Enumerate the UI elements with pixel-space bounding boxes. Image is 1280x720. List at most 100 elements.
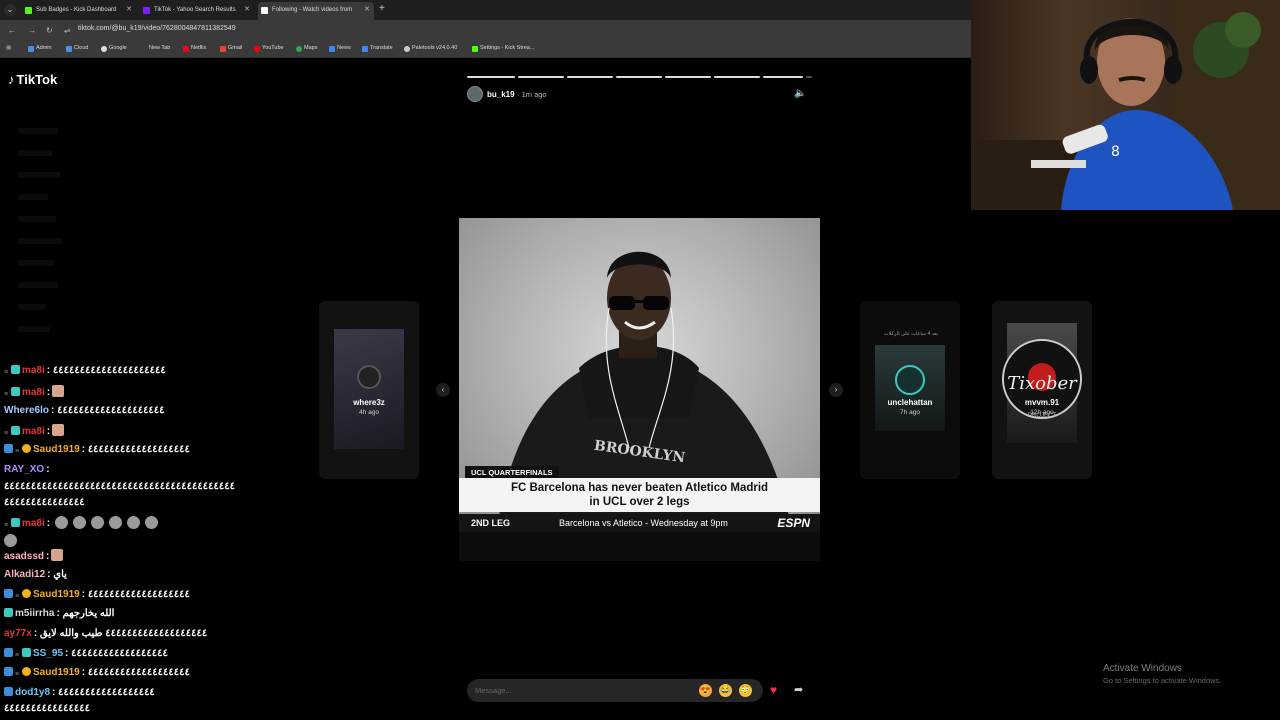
chevron-left-icon: ‹	[441, 385, 445, 394]
story-brand: Tixober	[1007, 373, 1077, 394]
emote-icon	[52, 385, 65, 397]
browser-tab-active[interactable]: Following - Watch videos from ✕	[258, 2, 374, 20]
url-field[interactable]: tiktok.com/@bu_k19/video/762800484781138…	[78, 25, 236, 32]
grid-badge-icon	[4, 608, 13, 617]
chat-message: dod1y8: ٤٤٤٤٤٤٤٤٤٤٤٤٤٤٤٤٤٤	[4, 687, 155, 698]
progress-segment	[665, 76, 711, 78]
browser-tab[interactable]: TikTok - Yahoo Search Results ✕	[140, 2, 254, 20]
reload-icon[interactable]: ↻	[46, 26, 53, 35]
chat-username[interactable]: Alkadi12	[4, 569, 45, 580]
bookmark-item[interactable]: News	[329, 45, 351, 52]
nav-item[interactable]	[18, 326, 50, 332]
shocked-emoji-icon[interactable]: 😳	[739, 684, 752, 697]
chat-username[interactable]: Saud1919	[33, 589, 80, 600]
heart-icon[interactable]: ♥	[770, 683, 777, 697]
share-icon[interactable]: ➦	[794, 683, 803, 696]
arrow-badge-icon: ≡	[15, 671, 20, 678]
bookmark-item[interactable]: New Tab	[141, 45, 170, 51]
bookmark-item[interactable]: Cloud	[66, 45, 88, 52]
story-username: where3z	[353, 398, 385, 407]
close-tab-icon[interactable]: ✕	[126, 2, 132, 18]
nav-item[interactable]	[18, 260, 54, 266]
chat-username[interactable]: Saud1919	[33, 444, 80, 455]
nav-item[interactable]	[18, 150, 52, 156]
blue-badge-icon	[4, 667, 13, 676]
espn-lower-third: UCL QUARTERFINALS FC Barcelona has never…	[459, 466, 820, 536]
progress-segment	[616, 76, 662, 78]
bookmark-item[interactable]: Maps	[296, 45, 317, 52]
gold-badge-icon	[22, 667, 31, 676]
laughing-emoji-icon[interactable]: 😂	[719, 684, 732, 697]
tiktok-logo[interactable]: ♪ TikTok	[8, 72, 57, 87]
bookmark-item[interactable]: Settings - Kick Strea...	[472, 45, 534, 52]
story-card[interactable]: where3z 4h ago	[319, 301, 419, 479]
chat-message: Where6lo: ٤٤٤٤٤٤٤٤٤٤٤٤٤٤٤٤٤٤٤٤	[4, 405, 165, 416]
chat-username[interactable]: ay77x	[4, 628, 32, 639]
browser-tab[interactable]: Sub Badges - Kick Dashboard ✕	[22, 2, 136, 20]
uploader-avatar[interactable]	[467, 86, 483, 102]
bookmark-item[interactable]: Gmail	[220, 45, 242, 52]
apps-grid-icon[interactable]: ▦	[6, 45, 11, 51]
nav-item[interactable]	[18, 282, 58, 288]
story-card[interactable]: Tixober mvvm.91 12h ago PROJECT	[992, 301, 1092, 479]
svg-text:8: 8	[1111, 144, 1120, 160]
nav-item[interactable]	[18, 304, 46, 310]
chat-username[interactable]: SS_95	[33, 648, 63, 659]
message-input[interactable]	[475, 684, 685, 697]
chat-username[interactable]: RAY_XO	[4, 464, 44, 475]
chat-username[interactable]: ma8i	[22, 518, 45, 529]
bookmark-item[interactable]: Netflix	[183, 45, 206, 52]
chat-text: : الله يخارجهم	[56, 608, 115, 619]
chat-username[interactable]: asadssd	[4, 551, 44, 562]
blue-badge-icon	[4, 589, 13, 598]
prev-story-button[interactable]: ‹	[436, 383, 450, 397]
nav-item[interactable]	[18, 238, 62, 244]
progress-segment	[763, 76, 803, 78]
headline-line: FC Barcelona has never beaten Atletico M…	[510, 482, 769, 494]
nav-item[interactable]	[18, 216, 56, 222]
new-tab-icon[interactable]: +	[379, 3, 385, 14]
chat-username[interactable]: ma8i	[22, 365, 45, 376]
chat-username[interactable]: Saud1919	[33, 667, 80, 678]
chat-username[interactable]: ma8i	[22, 426, 45, 437]
arrow-badge-icon: ≡	[15, 593, 20, 600]
nav-item[interactable]	[18, 194, 48, 200]
chat-username[interactable]: ma8i	[22, 387, 45, 398]
chat-username[interactable]: m5iirrha	[15, 608, 54, 619]
bookmark-item[interactable]: Google	[101, 45, 127, 52]
video-player[interactable]: BROOKLYN UCL QUARTERFINALS FC Barcelona …	[459, 218, 820, 561]
volume-icon[interactable]: 🔈	[794, 88, 806, 99]
yahoo-favicon-icon	[143, 7, 150, 14]
story-time: 4h ago	[359, 409, 379, 416]
close-tab-icon[interactable]: ✕	[364, 2, 370, 18]
bookmark-item[interactable]: Translate	[362, 45, 393, 52]
close-tab-icon[interactable]: ✕	[244, 2, 250, 18]
bookmark-item[interactable]: YouTube	[254, 45, 284, 52]
forward-arrow-icon[interactable]: →	[28, 26, 36, 35]
story-card[interactable]: بعد 4 ساعات على الركلات unclehattan 7h a…	[860, 301, 960, 479]
chat-message: ≡ Saud1919: ٤٤٤٤٤٤٤٤٤٤٤٤٤٤٤٤٤٤٤	[4, 667, 190, 680]
next-story-button[interactable]: ›	[829, 383, 843, 397]
site-info-icon[interactable]: ⇌	[64, 26, 71, 35]
heart-eyes-emoji-icon[interactable]: 😍	[699, 684, 712, 697]
bookmark-item[interactable]: Admin	[28, 45, 52, 52]
tab-search-icon[interactable]: ⌄	[4, 4, 16, 16]
browser-tab-bar: ⌄ Sub Badges - Kick Dashboard ✕ TikTok -…	[0, 0, 972, 20]
bookmark-item[interactable]: Paletools v24.0.40	[404, 45, 457, 52]
chat-message: RAY_XO:	[4, 464, 50, 475]
tab-title: TikTok - Yahoo Search Results	[154, 7, 236, 13]
chat-username[interactable]: dod1y8	[15, 687, 50, 698]
nav-item[interactable]	[18, 128, 58, 134]
progress-segment	[806, 76, 812, 78]
leg-label: 2ND LEG	[471, 518, 511, 528]
uploader-name[interactable]: bu_k19	[487, 90, 515, 99]
chat-text: :	[46, 551, 50, 562]
netflix-icon	[183, 46, 189, 52]
chat-text: : ٤٤٤٤٤٤٤٤٤٤٤٤٤٤٤٤٤٤٤٤٤	[46, 365, 166, 376]
paletools-icon	[404, 46, 410, 52]
nav-item[interactable]	[18, 172, 60, 178]
chat-username[interactable]: Where6lo	[4, 405, 49, 416]
emote-icon	[145, 516, 159, 529]
back-arrow-icon[interactable]: ←	[8, 26, 16, 35]
grid-badge-icon	[11, 518, 20, 527]
